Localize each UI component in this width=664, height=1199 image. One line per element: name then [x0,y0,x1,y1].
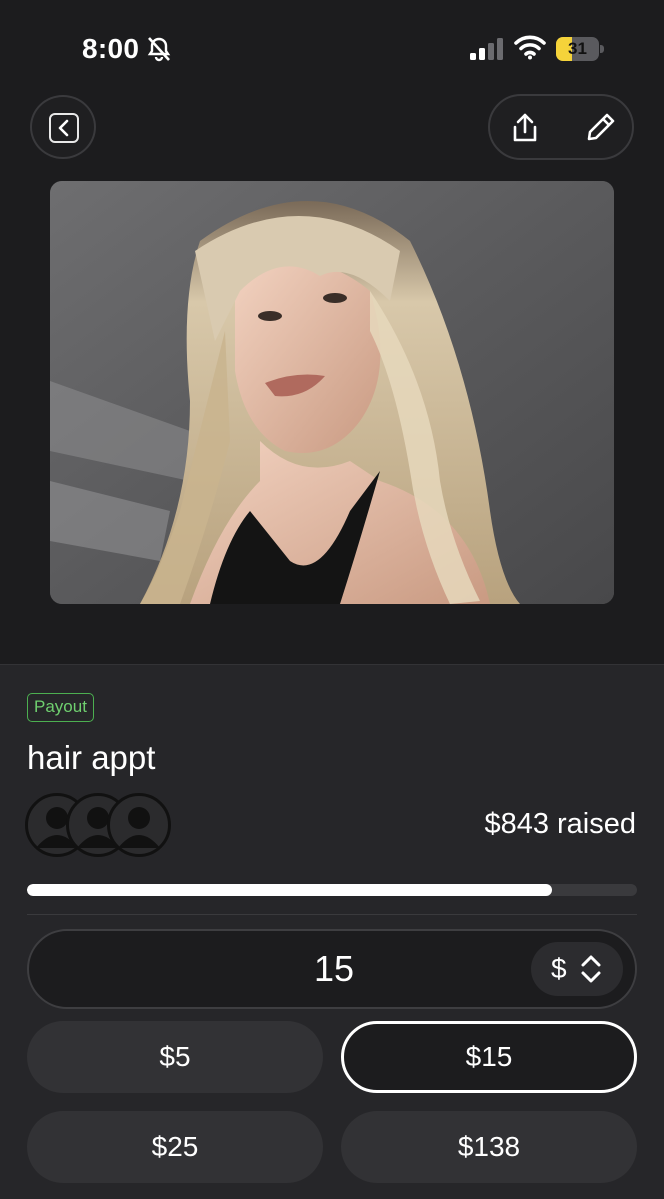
campaign-card: Payout hair appt $843 raised 15 $ $5 $15… [0,664,664,1199]
amount-raised: $843 raised [484,808,636,840]
status-time: 8:00 [82,33,140,64]
bell-slash-icon [147,37,171,62]
pencil-icon[interactable] [586,112,616,142]
battery-icon: 31 [556,37,604,61]
currency-symbol: $ [551,953,567,984]
chevron-up-down-icon [581,955,601,983]
preset-amount-button[interactable]: $138 [341,1111,637,1183]
amount-input[interactable]: 15 $ [27,929,637,1009]
campaign-title: hair appt [27,739,156,776]
preset-amount-button[interactable]: $25 [27,1111,323,1183]
status-badge: Payout [27,693,94,722]
actions-group [488,94,634,160]
currency-selector[interactable]: $ [531,942,623,996]
preset-amount-button[interactable]: $5 [27,1021,323,1093]
header-area: 8:00 31 [0,0,664,664]
wifi-icon [514,35,546,60]
progress-fill [27,884,552,896]
campaign-photo [50,181,614,604]
signal-icon [470,38,503,60]
chevron-left-icon [58,119,69,137]
preset-amount-button-selected[interactable]: $15 [341,1021,637,1093]
donor-avatars[interactable] [25,793,175,857]
person-icon [118,807,160,848]
divider [27,914,637,915]
battery-level: 31 [568,39,587,58]
back-button[interactable] [30,95,96,159]
progress-bar [27,884,637,896]
avatar [107,793,171,857]
share-icon[interactable] [510,112,540,144]
fundraiser-screen: 8:00 31 Payout hair appt $843 raised 15 … [0,0,664,1199]
